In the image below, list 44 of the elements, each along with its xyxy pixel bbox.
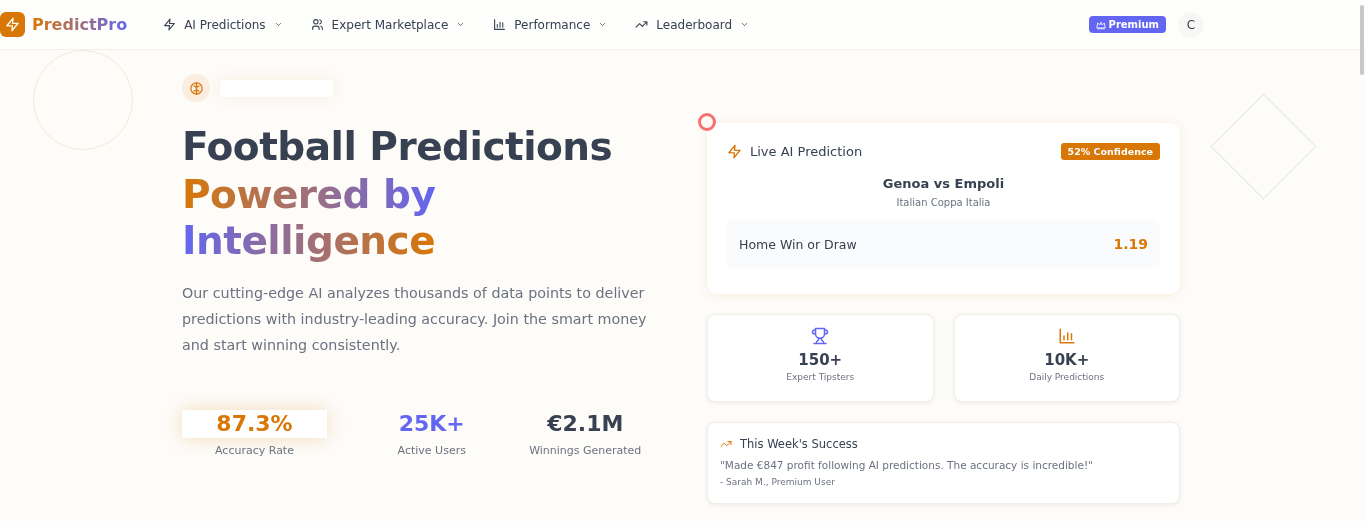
headline: Football Predictions (182, 123, 614, 171)
chevron-down-icon (456, 20, 466, 29)
stat-label: Active Users (397, 444, 466, 457)
tile-value: 150+ (798, 351, 843, 369)
prediction-pick: Home Win or Draw (739, 236, 857, 252)
lightning-icon (163, 18, 177, 31)
brain-icon (182, 74, 210, 102)
bar-chart-icon (1057, 327, 1076, 345)
nav-menu-item[interactable]: Expert Marketplace (310, 17, 466, 32)
confidence-badge: 52% Confidence (1060, 143, 1160, 160)
tile-label: Expert Tipsters (786, 372, 855, 382)
stat-value: €2.1M (546, 410, 625, 438)
card-title: Live AI Prediction (750, 144, 864, 159)
testimonial-quote: "Made €847 profit following AI predictions. The accuracy is incredible!" (720, 459, 1094, 471)
chevron-down-icon (740, 20, 750, 29)
competition-name: Italian Coppa Italia (895, 197, 992, 208)
prediction-odds: 1.19 (1113, 236, 1148, 252)
stat-value: 87.3% (182, 410, 327, 438)
match-title: Genoa vs Empoli (881, 176, 1006, 191)
nav-menu-item[interactable]: Leaderboard (635, 17, 750, 32)
stat-value: 25K+ (397, 410, 466, 438)
tile-label: Daily Predictions (1029, 372, 1105, 382)
avatar[interactable]: C (1178, 11, 1204, 38)
trend-up-icon (720, 438, 732, 450)
chevron-down-icon (273, 20, 283, 29)
stat-label: Winnings Generated (529, 444, 642, 457)
lightning-icon (727, 144, 742, 159)
trophy-icon (811, 327, 830, 345)
testimonial-author: - Sarah M., Premium User (720, 477, 836, 487)
premium-button[interactable]: Premium (1088, 16, 1166, 33)
chevron-down-icon (598, 20, 608, 29)
users-icon (310, 18, 324, 31)
lightning-icon (5, 17, 20, 32)
scrollbar[interactable] (1360, 5, 1364, 75)
stat-label: Accuracy Rate (215, 444, 294, 457)
tile-value: 10K+ (1044, 351, 1090, 369)
nav-menu-item[interactable]: Performance (493, 17, 608, 32)
trend-up-icon (635, 18, 649, 31)
hero-description: Our cutting-edge AI analyzes thousands of data points to deliver predictions with industry-leading accuracy. Join the smart money and start winning consistently. (182, 284, 648, 355)
bar-chart-icon (493, 18, 507, 31)
testimonial-title: This Week's Success (740, 437, 858, 451)
crown-icon (1095, 19, 1106, 30)
nav-menu-item[interactable]: AI Predictions (163, 17, 283, 32)
logo-icon[interactable] (0, 12, 25, 37)
